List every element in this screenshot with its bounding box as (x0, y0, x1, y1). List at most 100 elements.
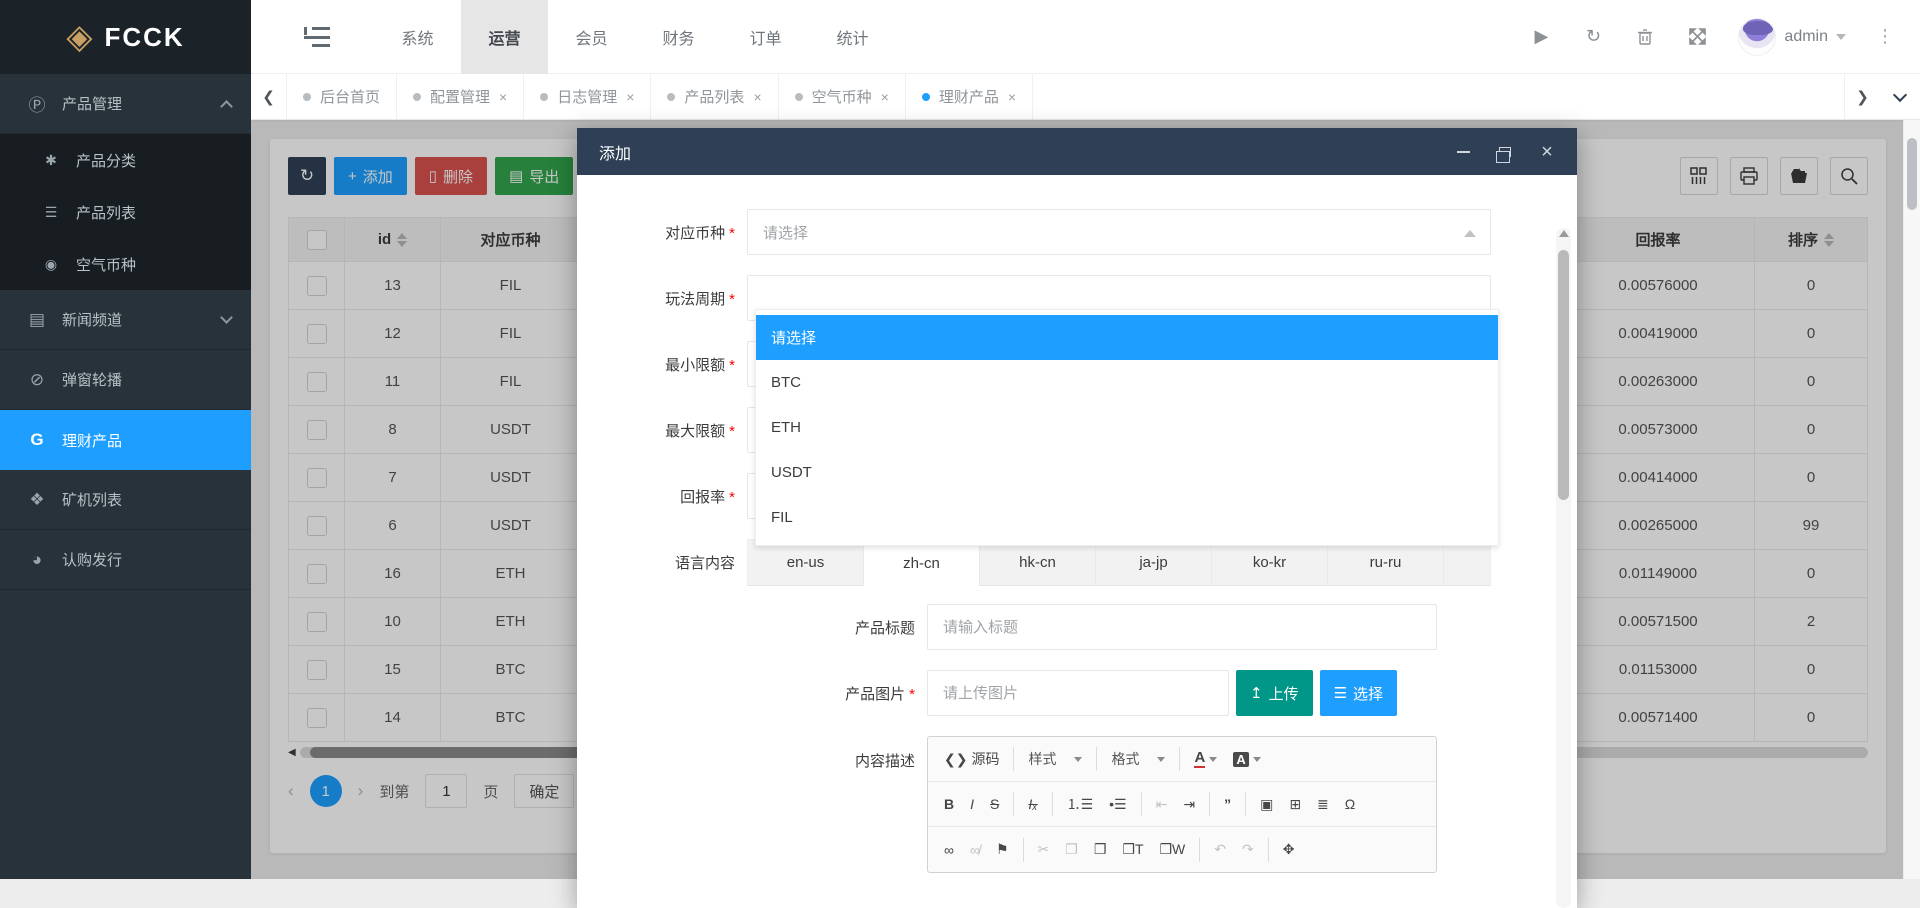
close-icon[interactable]: × (499, 89, 507, 105)
text-color-button[interactable]: A (1188, 747, 1223, 772)
sidebar-toggle-icon[interactable] (304, 27, 330, 47)
sidebar-item-subscription-issue[interactable]: ◕ 认购发行 (0, 530, 251, 590)
user-menu[interactable]: admin (1738, 18, 1846, 56)
paste-text-button[interactable]: ❒T (1116, 838, 1149, 861)
code-icon: ❮❯ (944, 751, 967, 768)
upload-button[interactable]: ↥上传 (1236, 670, 1313, 716)
newspaper-icon: ▤ (26, 310, 48, 330)
outdent-button[interactable]: ⇤ (1150, 793, 1174, 816)
redo-button[interactable]: ↷ (1236, 838, 1260, 861)
nav-item-operation[interactable]: 运营 (461, 0, 548, 74)
indent-button[interactable]: ⇥ (1177, 793, 1201, 816)
tab-dot (667, 93, 675, 101)
scroll-up-icon[interactable] (1559, 230, 1569, 237)
maximize-icon[interactable] (1497, 144, 1513, 160)
tabs-collapse-button[interactable] (1880, 74, 1920, 119)
link-button[interactable]: ∞ (938, 839, 960, 861)
cut-button[interactable]: ✂ (1032, 838, 1056, 861)
tab-wealth-product[interactable]: 理财产品 × (906, 74, 1033, 119)
lang-tab-hk-cn[interactable]: hk-cn (980, 540, 1096, 585)
copy-button[interactable]: ❐ (1059, 838, 1084, 861)
style-dropdown[interactable]: 样式 (1022, 746, 1088, 772)
minimize-icon[interactable] (1455, 144, 1471, 160)
nav-item-system[interactable]: 系统 (374, 0, 461, 74)
tab-product-list[interactable]: 产品列表 × (651, 74, 778, 119)
source-code-button[interactable]: ❮❯源码 (938, 746, 1005, 772)
close-icon[interactable]: × (1008, 89, 1016, 105)
nav-item-order[interactable]: 订单 (722, 0, 809, 74)
close-icon[interactable]: × (881, 89, 889, 105)
blockquote-button[interactable]: ” (1218, 793, 1237, 815)
table-button[interactable]: ⊞ (1283, 793, 1307, 816)
ordered-list-button[interactable]: ⒈☰ (1061, 791, 1100, 817)
sidebar-item-product-category[interactable]: ✱ 产品分类 (0, 134, 251, 186)
dropdown-option-fil[interactable]: FIL (756, 495, 1498, 540)
choose-button[interactable]: ☰选择 (1320, 670, 1397, 716)
lang-tab-ja-jp[interactable]: ja-jp (1096, 540, 1212, 585)
bg-color-button[interactable]: A (1227, 749, 1266, 770)
close-icon[interactable]: × (753, 89, 761, 105)
remove-format-button[interactable]: Iₓ (1022, 793, 1043, 815)
page-scrollbar[interactable] (1903, 120, 1920, 879)
scrollbar-thumb[interactable] (1907, 138, 1917, 210)
dropdown-option-placeholder[interactable]: 请选择 (756, 315, 1498, 360)
paste-word-button[interactable]: ❒W (1154, 838, 1192, 861)
nav-item-statistics[interactable]: 统计 (809, 0, 896, 74)
tab-dot (795, 93, 803, 101)
horizontal-rule-button[interactable]: ≣ (1311, 793, 1335, 816)
caret-down-icon (1157, 757, 1165, 762)
italic-button[interactable]: I (964, 793, 980, 815)
more-options-icon[interactable]: ⋮ (1876, 26, 1894, 47)
list-icon: ☰ (1334, 684, 1347, 702)
maximize-button[interactable]: ✥ (1277, 838, 1301, 861)
undo-button[interactable]: ↶ (1208, 838, 1232, 861)
unlink-button[interactable]: ∞̸ (964, 839, 986, 861)
tabs-scroll-right[interactable]: ❯ (1844, 74, 1880, 119)
pie-chart-icon: ◕ (26, 550, 48, 570)
sidebar-group-product-management[interactable]: Ⓟ 产品管理 (0, 74, 251, 134)
sidebar-item-wealth-product[interactable]: G 理财产品 (0, 410, 251, 470)
sidebar-item-news-channel[interactable]: ▤ 新闻频道 (0, 290, 251, 350)
product-image-input[interactable] (927, 670, 1229, 716)
tab-air-coin[interactable]: 空气币种 × (779, 74, 906, 119)
lang-tab-ru-ru[interactable]: ru-ru (1328, 540, 1444, 585)
fullscreen-icon[interactable] (1686, 28, 1708, 45)
anchor-flag-button[interactable]: ⚑ (990, 838, 1015, 861)
bold-button[interactable]: B (938, 793, 960, 815)
coin-select[interactable]: 请选择 (747, 209, 1491, 255)
strikethrough-button[interactable]: S (984, 793, 1005, 815)
username: admin (1784, 28, 1828, 46)
lang-tab-zh-cn[interactable]: zh-cn (864, 540, 980, 586)
add-dialog: 添加 × 对应币种* 请选择 玩法周期* 最小限额* (577, 128, 1577, 908)
close-icon[interactable]: × (626, 89, 634, 105)
close-icon[interactable]: × (1539, 144, 1555, 160)
dropdown-option-usdt[interactable]: USDT (756, 450, 1498, 495)
tab-config[interactable]: 配置管理 × (397, 74, 524, 119)
lang-tab-en-us[interactable]: en-us (748, 540, 864, 585)
product-title-input[interactable] (927, 604, 1437, 650)
nav-item-finance[interactable]: 财务 (635, 0, 722, 74)
dropdown-option-btc[interactable]: BTC (756, 360, 1498, 405)
dialog-scrollbar[interactable] (1556, 228, 1571, 908)
sidebar-item-popup-carousel[interactable]: ⊘ 弹窗轮播 (0, 350, 251, 410)
tabs-scroll-left[interactable]: ❮ (251, 74, 287, 119)
paste-button[interactable]: ❒ (1088, 838, 1113, 861)
chevron-up-icon (220, 100, 233, 113)
sidebar-item-product-list[interactable]: ☰ 产品列表 (0, 186, 251, 238)
refresh-icon[interactable]: ↻ (1582, 26, 1604, 47)
special-char-button[interactable]: Ω (1339, 793, 1361, 815)
format-dropdown[interactable]: 格式 (1105, 746, 1171, 772)
image-button[interactable]: ▣ (1254, 793, 1279, 816)
tab-logs[interactable]: 日志管理 × (524, 74, 651, 119)
bullet-list-button[interactable]: •☰ (1103, 793, 1132, 816)
play-icon[interactable]: ▶ (1530, 26, 1552, 47)
dropdown-option-eth[interactable]: ETH (756, 405, 1498, 450)
sidebar-item-miner-list[interactable]: ❖ 矿机列表 (0, 470, 251, 530)
sidebar-item-air-coin[interactable]: ◉ 空气币种 (0, 238, 251, 290)
lang-tab-ko-kr[interactable]: ko-kr (1212, 540, 1328, 585)
tab-home[interactable]: 后台首页 (287, 74, 397, 119)
trash-icon[interactable] (1634, 28, 1656, 46)
dialog-titlebar[interactable]: 添加 × (577, 128, 1577, 175)
scrollbar-thumb[interactable] (1558, 250, 1569, 500)
nav-item-member[interactable]: 会员 (548, 0, 635, 74)
